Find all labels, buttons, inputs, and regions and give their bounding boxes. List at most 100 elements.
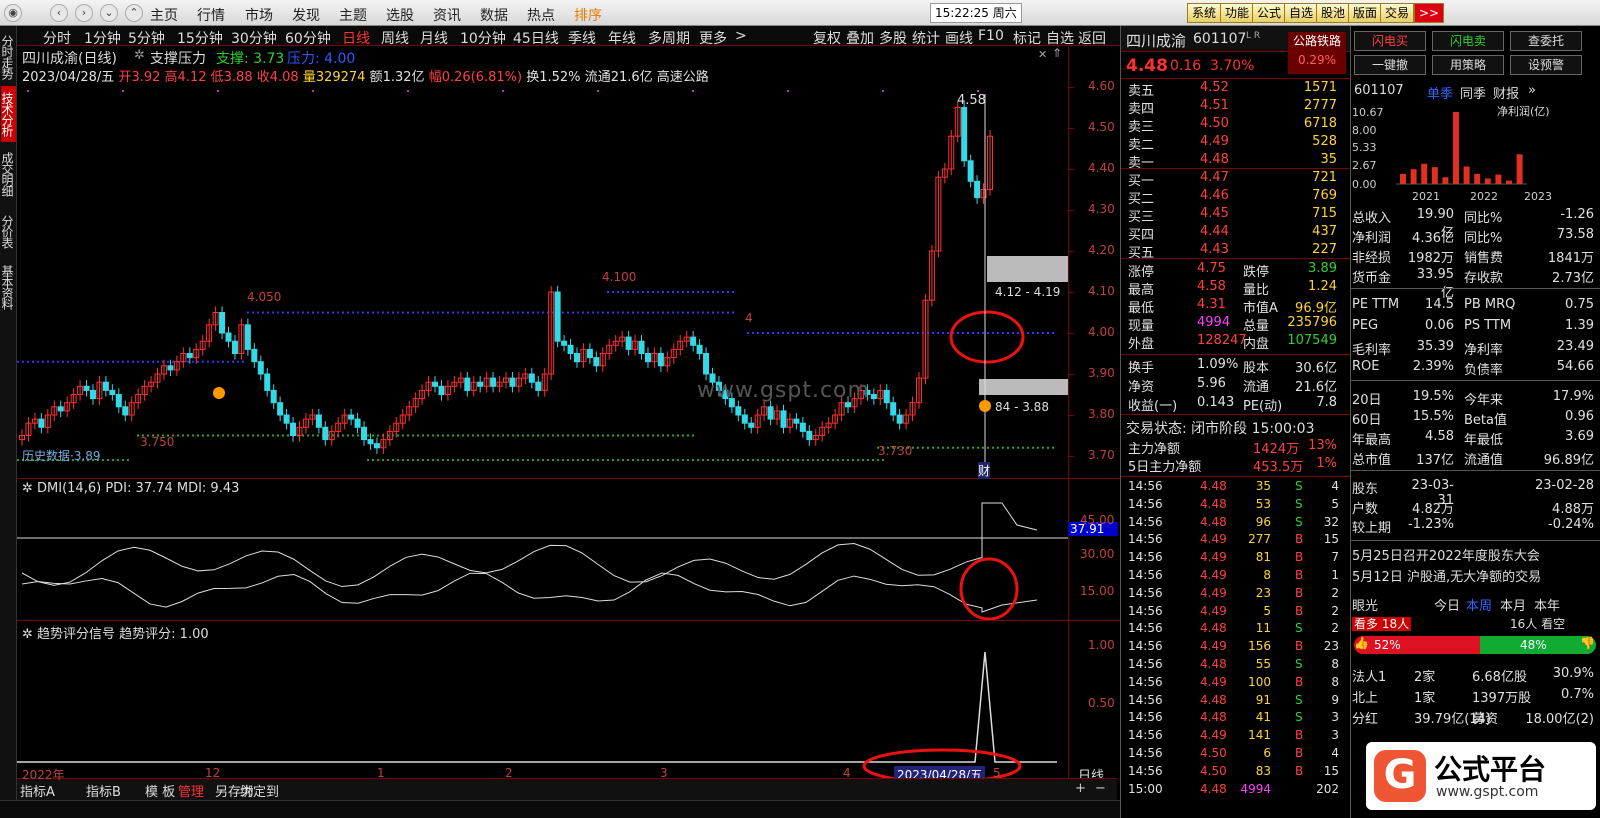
- period-tab-5[interactable]: 60分钟: [285, 28, 331, 48]
- fin-more-icon[interactable]: »: [1528, 83, 1536, 98]
- toolbar-button-4[interactable]: 股池: [1316, 3, 1351, 23]
- bottom-tab-3[interactable]: 管理: [178, 781, 204, 800]
- period-tab-14[interactable]: 更多: [699, 28, 727, 48]
- tool-7[interactable]: 自选: [1046, 28, 1074, 48]
- bottom-tab-1[interactable]: 指标B: [86, 781, 121, 800]
- zoom-out-icon[interactable]: −: [1095, 781, 1106, 796]
- period-tab-7[interactable]: 周线: [381, 28, 409, 48]
- trade-button-2[interactable]: 查委托: [1510, 31, 1582, 51]
- period-tab-2[interactable]: 5分钟: [128, 28, 165, 48]
- up-icon[interactable]: ⌃: [125, 4, 143, 22]
- menu-7[interactable]: 数据: [480, 5, 508, 25]
- toolbar-button-6[interactable]: 交易: [1380, 3, 1415, 23]
- trade-button-5[interactable]: 设预警: [1510, 55, 1582, 75]
- left-tab-3[interactable]: 分价表: [0, 206, 16, 256]
- candle-body: [354, 418, 361, 428]
- inst-cell: 18.00亿(2): [1525, 712, 1594, 727]
- sector-box[interactable]: 公路铁路 0.29%: [1288, 32, 1346, 74]
- fin-cell: 15.5%: [1412, 409, 1454, 424]
- marker-dot: [597, 90, 599, 92]
- tick-cell: B: [1295, 603, 1304, 618]
- info-low: 低3.88: [210, 70, 253, 85]
- tick-mark: [1068, 210, 1074, 211]
- menu-4[interactable]: 主题: [339, 5, 367, 25]
- forward-icon[interactable]: ›: [75, 4, 93, 22]
- toolbar-button-7[interactable]: >>: [1414, 3, 1444, 23]
- bottom-tab-2[interactable]: 模 板: [145, 781, 175, 800]
- period-tab-3[interactable]: 15分钟: [177, 28, 223, 48]
- trade-button-3[interactable]: 一键撤: [1354, 55, 1426, 75]
- sentiment-tab-1[interactable]: 本周: [1466, 595, 1492, 614]
- menu-3[interactable]: 发现: [292, 5, 320, 25]
- period-tab-1[interactable]: 1分钟: [84, 28, 121, 48]
- bottom-tab-0[interactable]: 指标A: [20, 781, 55, 800]
- left-tab-1[interactable]: 技术分析: [0, 86, 16, 142]
- period-more-icon[interactable]: >: [735, 28, 747, 44]
- menu-2[interactable]: 市场: [245, 5, 273, 25]
- ask-row: 卖二 4.49 528: [1125, 134, 1345, 153]
- app-logo-icon[interactable]: ◉: [4, 4, 22, 22]
- left-tab-2[interactable]: 成交明细: [0, 146, 16, 202]
- tool-2[interactable]: 多股: [879, 28, 907, 48]
- settings-icon[interactable]: ✲: [22, 481, 37, 496]
- menu-8[interactable]: 热点: [527, 5, 555, 25]
- menu-0[interactable]: 主页: [150, 5, 178, 25]
- tick-mark: [1068, 415, 1074, 416]
- menu-5[interactable]: 选股: [386, 5, 414, 25]
- menu-6[interactable]: 资讯: [433, 5, 461, 25]
- sentiment-tab-3[interactable]: 本年: [1534, 595, 1560, 614]
- period-tab-0[interactable]: 分时: [43, 28, 71, 48]
- toolbar-button-5[interactable]: 版面: [1348, 3, 1383, 23]
- indicator-name[interactable]: 支撑压力: [150, 48, 206, 68]
- tool-5[interactable]: F10: [978, 28, 1004, 44]
- news-item[interactable]: 5月12日 沪股通,无大净额的交易: [1352, 566, 1541, 585]
- fin-tab-0[interactable]: 单季: [1427, 83, 1453, 102]
- trade-button-4[interactable]: 用策略: [1432, 55, 1504, 75]
- period-tab-4[interactable]: 30分钟: [231, 28, 277, 48]
- period-tab-13[interactable]: 多周期: [648, 28, 690, 48]
- toolbar-button-3[interactable]: 自选: [1284, 3, 1319, 23]
- tool-4[interactable]: 画线: [945, 28, 973, 48]
- period-tab-9[interactable]: 10分钟: [460, 28, 506, 48]
- back-icon[interactable]: ‹: [50, 4, 68, 22]
- tool-3[interactable]: 统计: [912, 28, 940, 48]
- tick-row: 14:56 4.49 81 B 7: [1125, 550, 1343, 568]
- tool-8[interactable]: 返回: [1078, 28, 1106, 48]
- trade-button-0[interactable]: 闪电买: [1354, 31, 1426, 51]
- zoom-in-icon[interactable]: +: [1075, 781, 1086, 796]
- left-tab-4[interactable]: 基本资料: [0, 258, 16, 316]
- period-tab-6[interactable]: 日线: [342, 28, 370, 48]
- period-tab-8[interactable]: 月线: [420, 28, 448, 48]
- kline-chart[interactable]: [17, 84, 1120, 778]
- tool-1[interactable]: 叠加: [846, 28, 874, 48]
- fin-tab-2[interactable]: 财报: [1493, 83, 1519, 102]
- info-float: 流通21.6亿: [584, 70, 653, 85]
- period-tab-10[interactable]: 45日线: [513, 28, 559, 48]
- menu-9[interactable]: 排序: [574, 5, 602, 25]
- period-tab-11[interactable]: 季线: [568, 28, 596, 48]
- trade-button-1[interactable]: 闪电卖: [1432, 31, 1504, 51]
- candle-body: [264, 373, 271, 391]
- toolbar-button-2[interactable]: 公式: [1252, 3, 1287, 23]
- fin-bar: [1442, 177, 1449, 184]
- tool-6[interactable]: 标记: [1013, 28, 1041, 48]
- bottom-tab-5[interactable]: 绑定到: [240, 781, 279, 800]
- tick-cell: S: [1295, 479, 1303, 493]
- settings-icon[interactable]: ✲: [22, 627, 37, 642]
- chart-expand-icon[interactable]: ⇑: [1052, 46, 1062, 60]
- settings-icon[interactable]: ✲: [134, 48, 145, 63]
- finance-marker[interactable]: 财: [978, 462, 991, 479]
- period-tab-12[interactable]: 年线: [608, 28, 636, 48]
- chart-close-icon[interactable]: ✕: [1038, 48, 1047, 61]
- left-tab-0[interactable]: 分时走势: [0, 30, 16, 84]
- sentiment-tab-0[interactable]: 今日: [1434, 595, 1460, 614]
- menu-1[interactable]: 行情: [197, 5, 225, 25]
- news-item[interactable]: 5月25日召开2022年度股东大会: [1352, 545, 1540, 564]
- fin-tab-1[interactable]: 同季: [1460, 83, 1486, 102]
- toolbar-button-0[interactable]: 系统: [1187, 3, 1222, 23]
- tool-0[interactable]: 复权: [813, 28, 841, 48]
- sentiment-tab-2[interactable]: 本月: [1500, 595, 1526, 614]
- ask-row-cell: 528: [1312, 134, 1337, 149]
- toolbar-button-1[interactable]: 功能: [1220, 3, 1255, 23]
- down-icon[interactable]: ⌄: [100, 4, 118, 22]
